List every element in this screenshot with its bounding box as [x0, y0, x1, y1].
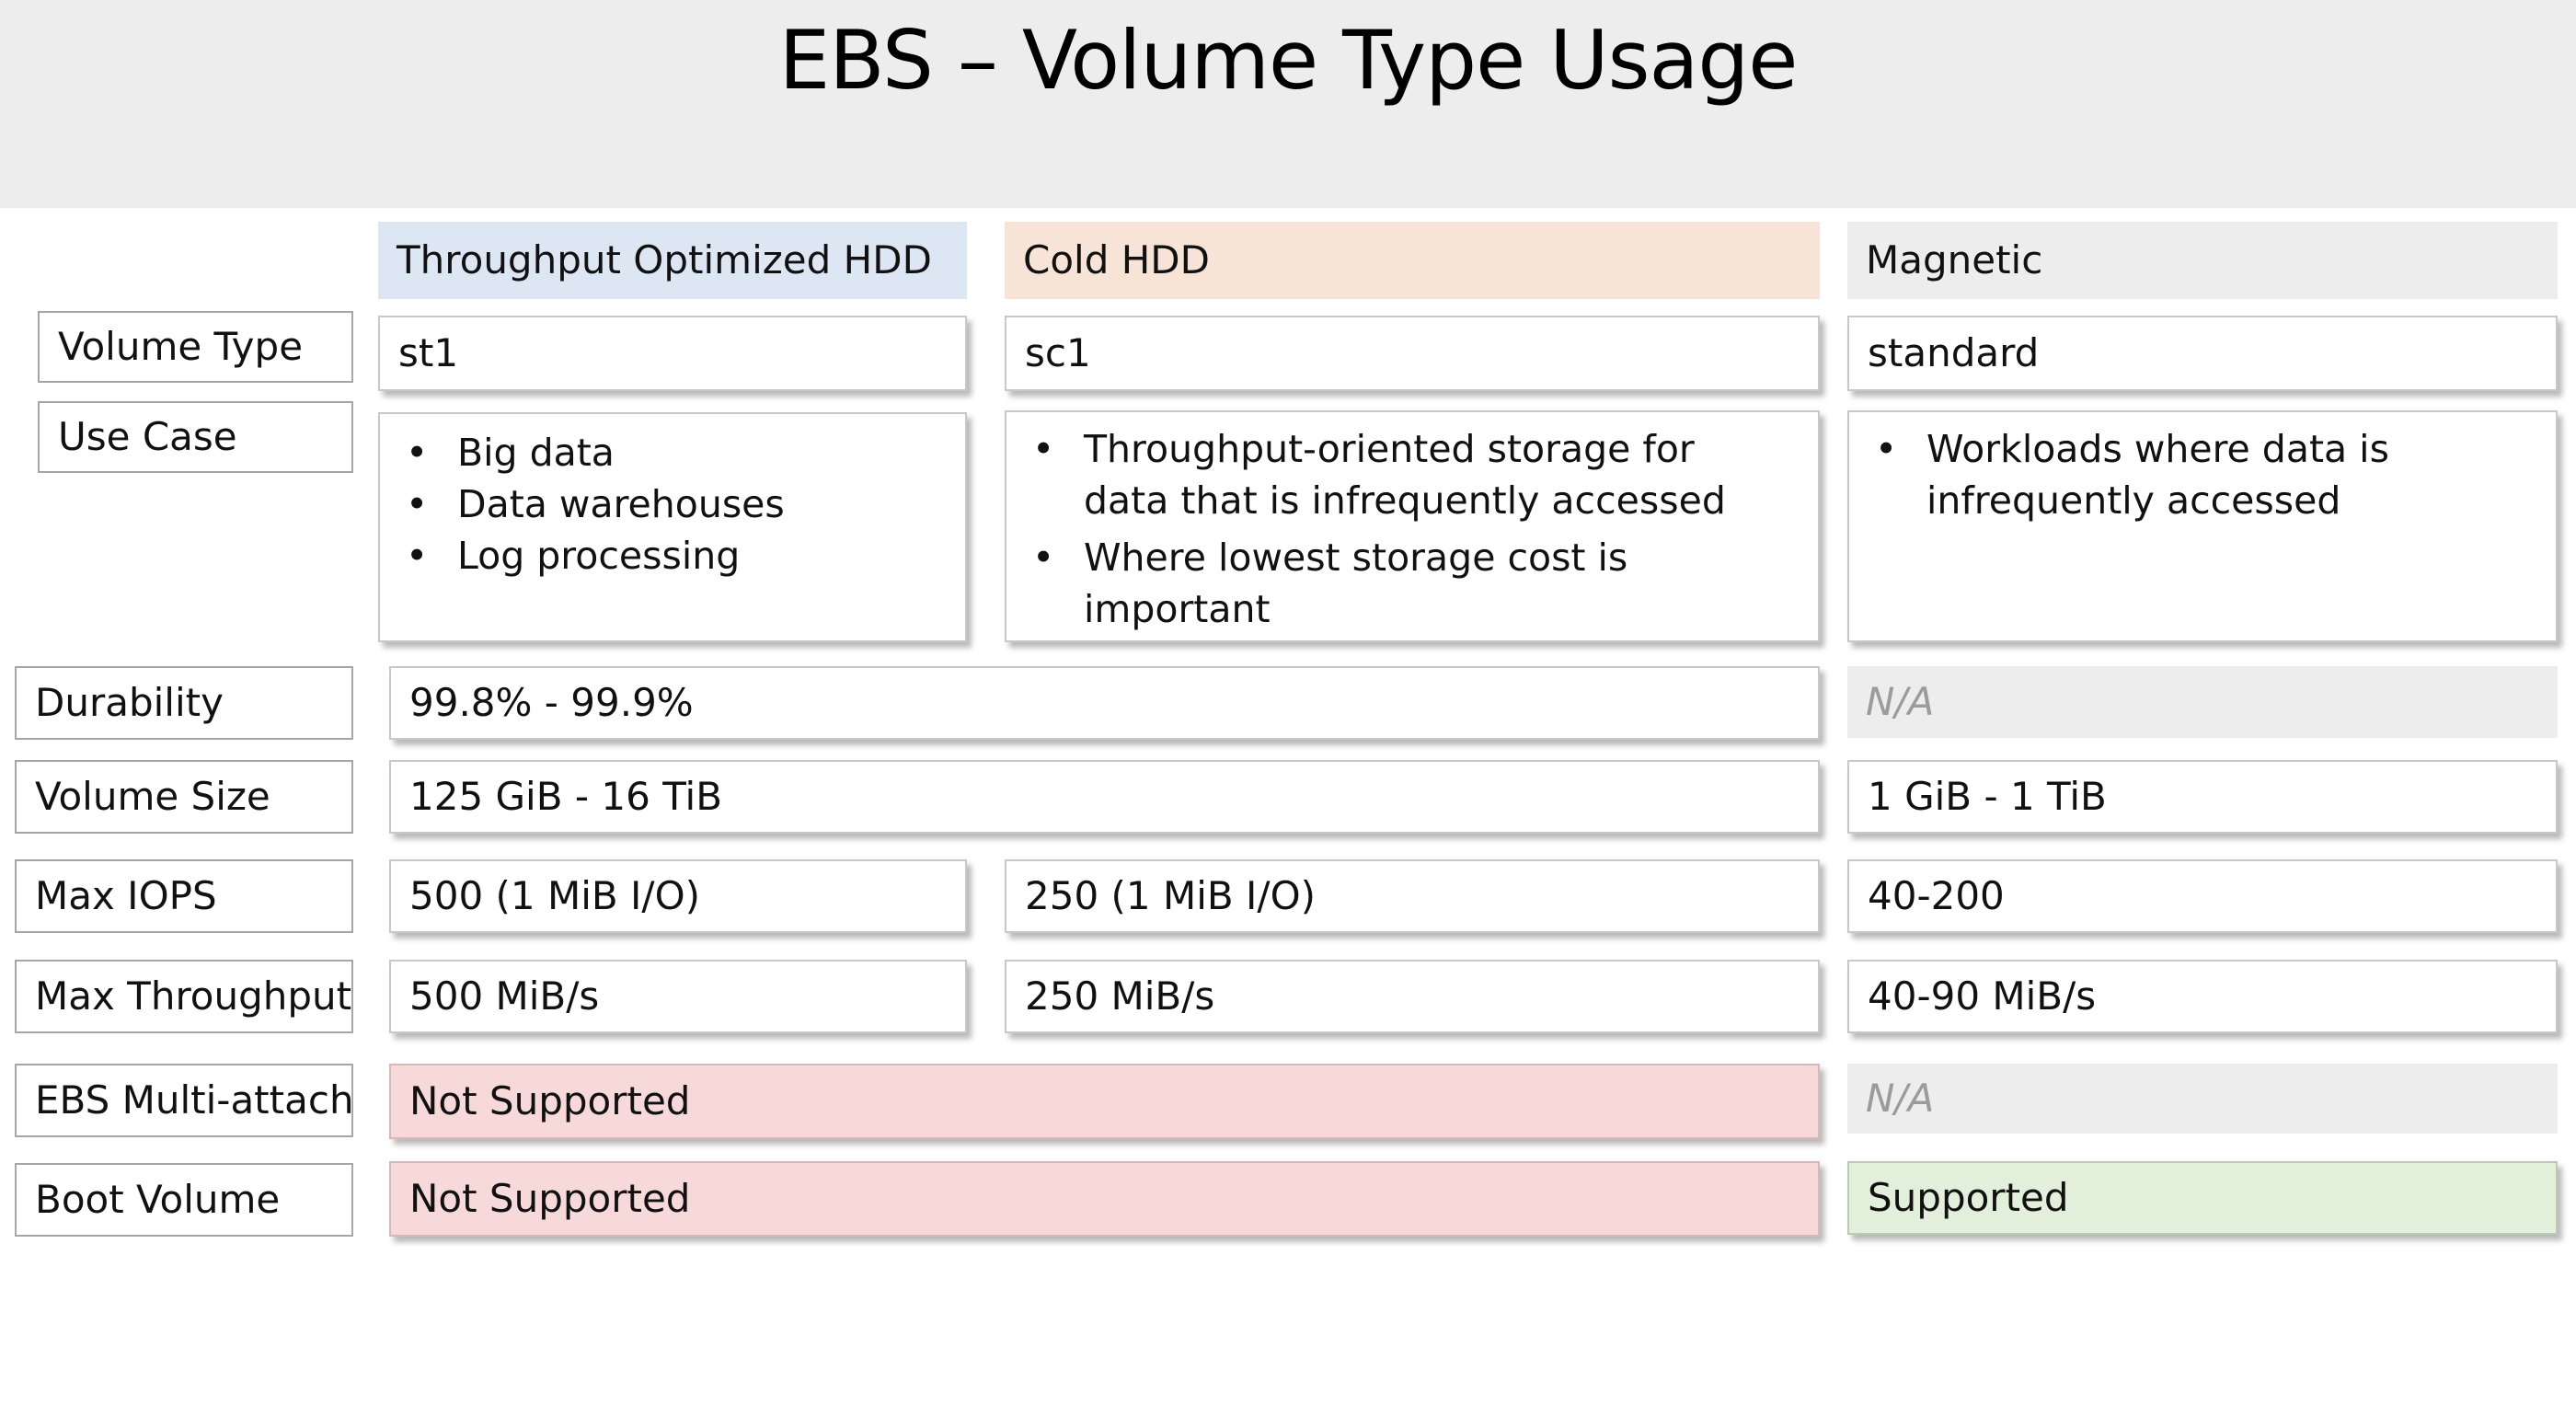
row-label-max-iops: Max IOPS	[15, 859, 353, 933]
volume-type-sc1: sc1	[1005, 316, 1820, 391]
use-case-st1-item: Log processing	[398, 530, 785, 582]
use-case-sc1-list: Throughput-oriented storage for data tha…	[1025, 423, 1800, 635]
column-header-magnetic: Magnetic	[1847, 222, 2558, 299]
volume-type-st1: st1	[378, 316, 967, 391]
multi-attach-magnetic: N/A	[1847, 1064, 2558, 1134]
use-case-st1-item: Data warehouses	[398, 478, 785, 530]
max-throughput-magnetic: 40-90 MiB/s	[1847, 960, 2558, 1033]
use-case-magnetic-item: Workloads where data is infrequently acc…	[1868, 423, 2405, 526]
boot-volume-magnetic-status-badge: Supported	[1847, 1161, 2558, 1235]
max-iops-st1: 500 (1 MiB I/O)	[389, 859, 967, 933]
row-label-max-throughput: Max Throughput	[15, 960, 353, 1033]
use-case-sc1: Throughput-oriented storage for data tha…	[1005, 410, 1820, 642]
row-label-volume-size: Volume Size	[15, 760, 353, 834]
row-label-multi-attach: EBS Multi-attach	[15, 1064, 353, 1137]
boot-volume-hdd-status-badge: Not Supported	[389, 1161, 1820, 1237]
volume-size-magnetic: 1 GiB - 1 TiB	[1847, 760, 2558, 834]
use-case-magnetic: Workloads where data is infrequently acc…	[1847, 410, 2558, 642]
use-case-st1: Big data Data warehouses Log processing	[378, 412, 967, 642]
use-case-st1-item: Big data	[398, 427, 785, 478]
multi-attach-hdd-status-badge: Not Supported	[389, 1064, 1820, 1139]
durability-magnetic: N/A	[1847, 666, 2558, 738]
column-header-st1: Throughput Optimized HDD	[378, 222, 967, 299]
volume-size-hdd: 125 GiB - 16 TiB	[389, 760, 1820, 834]
row-label-use-case: Use Case	[38, 401, 353, 473]
max-throughput-sc1: 250 MiB/s	[1005, 960, 1820, 1033]
column-header-sc1: Cold HDD	[1005, 222, 1820, 299]
use-case-sc1-item: Where lowest storage cost is important	[1025, 532, 1800, 635]
row-label-volume-type: Volume Type	[38, 311, 353, 383]
use-case-magnetic-list: Workloads where data is infrequently acc…	[1868, 423, 2405, 526]
durability-hdd: 99.8% - 99.9%	[389, 666, 1820, 740]
max-throughput-st1: 500 MiB/s	[389, 960, 967, 1033]
page-title: EBS – Volume Type Usage	[778, 13, 1799, 108]
row-label-durability: Durability	[15, 666, 353, 740]
max-iops-magnetic: 40-200	[1847, 859, 2558, 933]
use-case-st1-list: Big data Data warehouses Log processing	[398, 427, 785, 582]
use-case-sc1-item: Throughput-oriented storage for data tha…	[1025, 423, 1746, 526]
max-iops-sc1: 250 (1 MiB I/O)	[1005, 859, 1820, 933]
row-label-boot-volume: Boot Volume	[15, 1163, 353, 1237]
volume-type-magnetic: standard	[1847, 316, 2558, 391]
